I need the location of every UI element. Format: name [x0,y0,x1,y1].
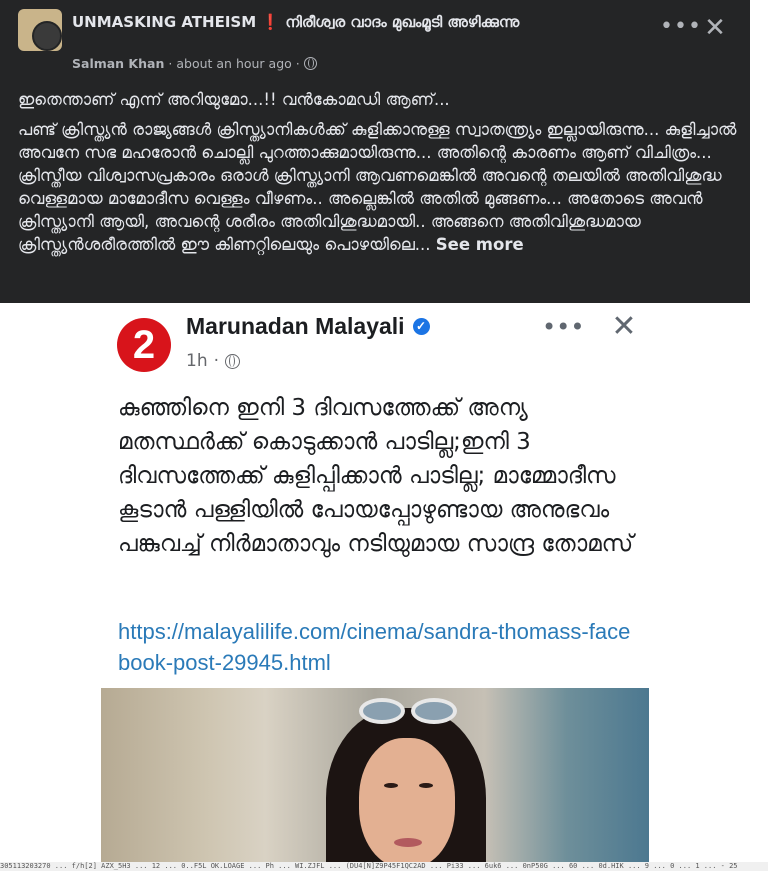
post-card: UNMASKING ATHEISM ❗ നിരീശ്വര വാദം മുഖംമൂ… [0,0,750,871]
footer-strip: 305113203270 ... f/h[2] AZX_5H3 ... 12 .… [0,862,768,871]
card-meta: 1h · [186,351,240,371]
globe-icon[interactable] [303,57,317,70]
card-headline: കുഞ്ഞിനെ ഇനി 3 ദിവസത്തേക്ക് അന്യ മതസ്ഥർക… [118,395,634,557]
post-meta: Salman Khan · about an hour ago · [72,56,317,71]
close-icon: ✕ [611,309,637,344]
meta-separator: · [168,56,173,71]
group-name[interactable]: UNMASKING ATHEISM [72,13,256,31]
post-text-line1: ഇതെന്താണ് എന്ന് അറിയുമോ...!! വൻകോമഡി ആണ്… [18,90,450,109]
close-button[interactable]: ✕ [700,14,730,44]
card-more-options-button[interactable]: ••• [542,313,584,345]
see-more-link[interactable]: See more [436,235,524,254]
meta-separator: · [295,56,300,71]
group-subtitle[interactable]: നിരീശ്വര വാദം മുഖംമൂടി അഴിക്കുന്നു [285,13,519,31]
card-meta-separator: · [213,351,219,371]
shared-screenshot[interactable]: 2 Marunadan Malayali ✓ 1h · ••• ✕ കുഞ്ഞി… [0,303,750,871]
author-avatar[interactable] [32,21,62,51]
exclamation-icon: ❗ [261,13,281,31]
group-avatar[interactable] [18,9,62,51]
page-name-row: Marunadan Malayali ✓ [186,313,430,340]
more-options-button[interactable]: ••• [660,14,701,44]
verified-badge-icon: ✓ [412,318,430,335]
card-time[interactable]: 1h [186,351,208,371]
close-icon: ✕ [704,13,726,43]
article-photo[interactable] [101,688,649,871]
more-icon: ••• [542,313,585,341]
page-logo[interactable]: 2 [117,318,171,372]
photo-face-shape [359,738,455,868]
card-close-button[interactable]: ✕ [608,311,640,343]
card-link[interactable]: https://malayalilife.com/cinema/sandra-t… [118,616,638,678]
post-body: പണ്ട് ക്രിസ്ത്യൻ രാജ്യങ്ങൾ ക്രിസ്ത്യാനിക… [18,118,738,256]
photo-eye-shape [419,783,433,788]
page-name[interactable]: Marunadan Malayali [186,313,405,340]
photo-lips-shape [394,838,422,847]
photo-eye-shape [384,783,398,788]
post-time[interactable]: about an hour ago [176,56,291,71]
author-name[interactable]: Salman Khan [72,56,164,71]
post-body-text: പണ്ട് ക്രിസ്ത്യൻ രാജ്യങ്ങൾ ക്രിസ്ത്യാനിക… [18,120,737,254]
sunglasses-shape [359,698,459,728]
right-gutter [750,0,768,871]
post-header-title[interactable]: UNMASKING ATHEISM ❗ നിരീശ്വര വാദം മുഖംമൂ… [72,11,632,33]
globe-icon [225,353,240,369]
more-icon: ••• [660,14,702,39]
